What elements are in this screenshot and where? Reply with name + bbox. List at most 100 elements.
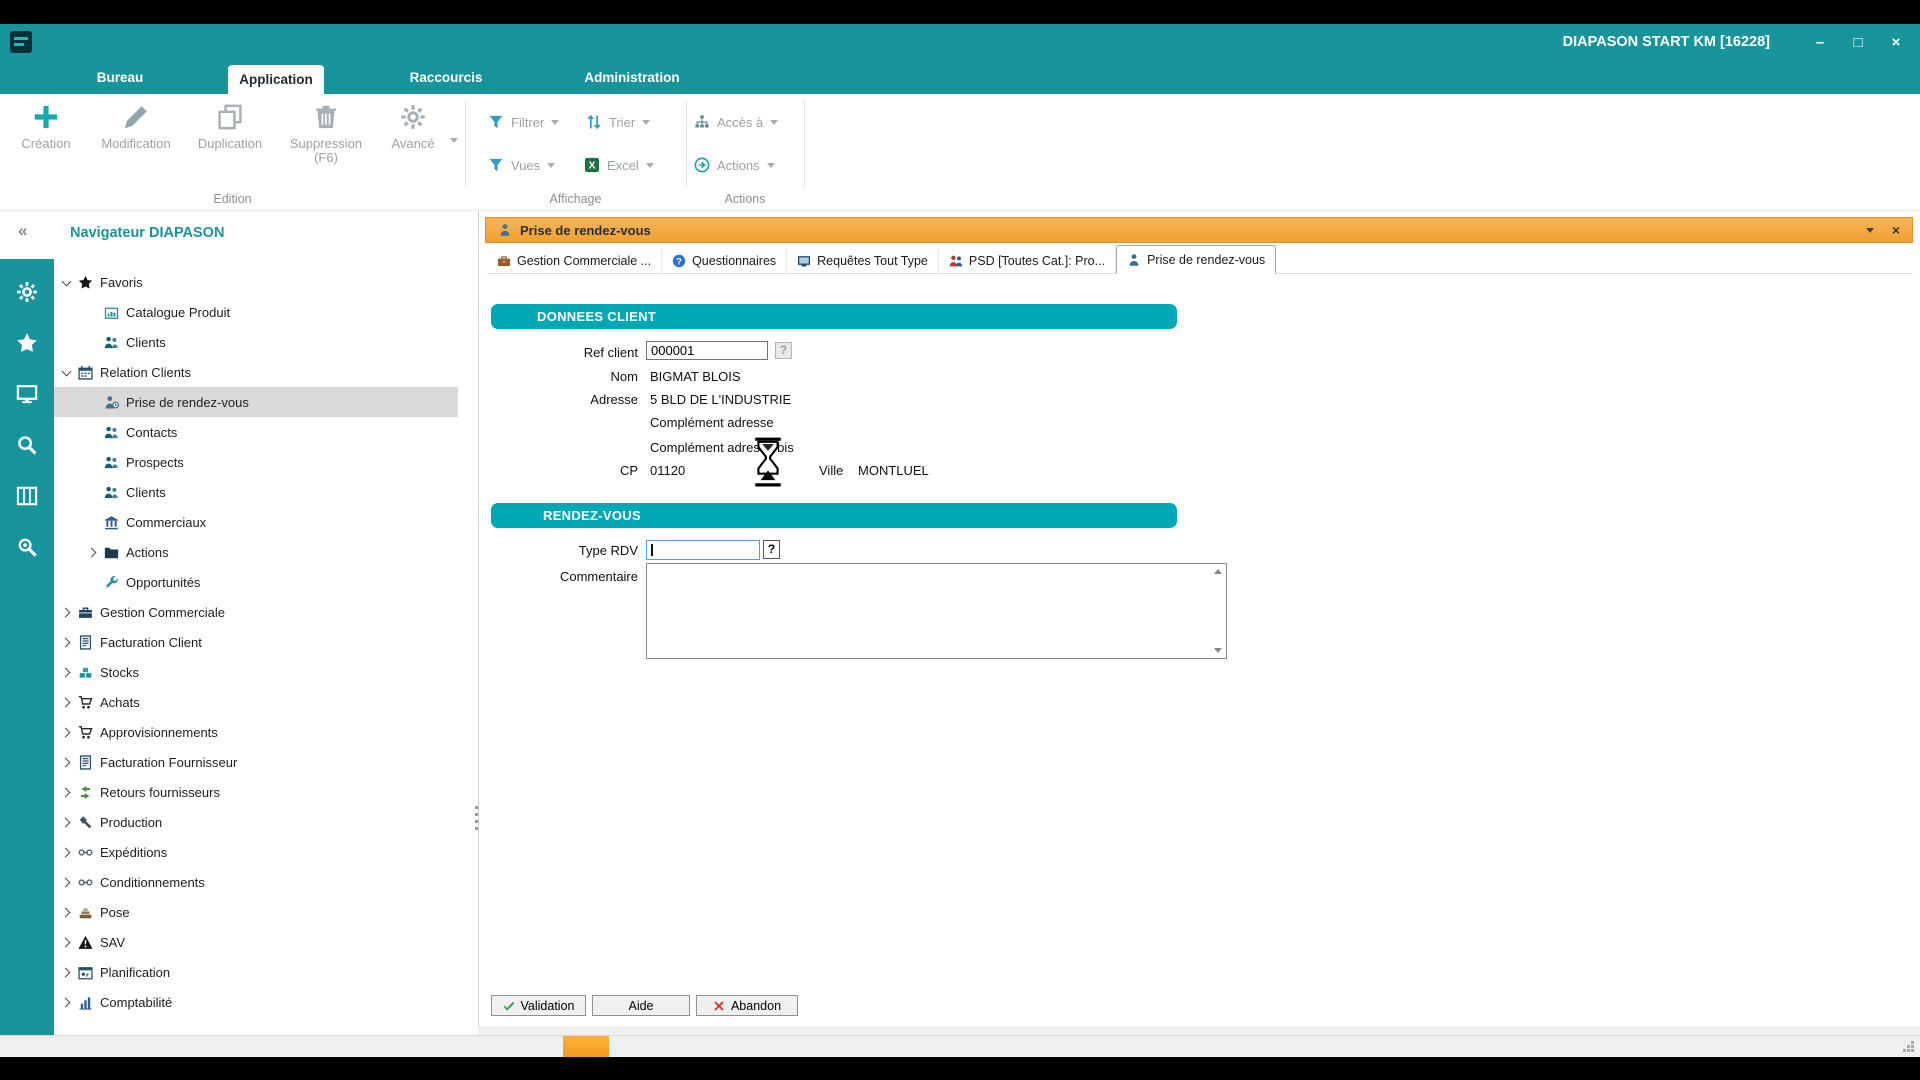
nav-item-catalogue-produit[interactable]: Catalogue Produit xyxy=(54,297,458,327)
scroll-down-arrow-icon[interactable] xyxy=(1214,648,1222,653)
panel-title: Prise de rendez-vous xyxy=(520,223,651,238)
avance-button[interactable]: Avancé xyxy=(382,104,444,151)
chevron-right-icon[interactable] xyxy=(60,965,74,979)
nav-item-commerciaux[interactable]: Commerciaux xyxy=(54,507,458,537)
duplication-button[interactable]: Duplication xyxy=(188,104,272,151)
trier-button[interactable]: Trier xyxy=(586,110,650,134)
panel-tab-prise-de-rendez-vous[interactable]: Prise de rendez-vous xyxy=(1116,245,1276,274)
chevron-right-icon[interactable] xyxy=(60,815,74,829)
cp-label: CP xyxy=(491,461,638,481)
nav-item-planification[interactable]: Planification xyxy=(54,957,458,987)
nav-item-retours-fournisseurs[interactable]: Retours fournisseurs xyxy=(54,777,458,807)
search-gear-icon[interactable] xyxy=(16,536,38,558)
panel-tab-questionnaires[interactable]: Questionnaires xyxy=(662,249,787,273)
ref-client-help-button[interactable]: ? xyxy=(775,342,792,359)
nav-item-sav[interactable]: SAV xyxy=(54,927,458,957)
validation-button[interactable]: Validation xyxy=(491,995,586,1016)
chevron-right-icon[interactable] xyxy=(60,845,74,859)
acces-a-button[interactable]: Accès à xyxy=(694,110,778,134)
ref-client-input[interactable]: 000001 xyxy=(646,341,768,360)
chevron-down-icon xyxy=(551,120,559,125)
type-rdv-input[interactable] xyxy=(646,540,760,560)
gear-icon[interactable] xyxy=(16,281,38,303)
panel-close-button[interactable]: × xyxy=(1892,223,1900,237)
abandon-button[interactable]: Abandon xyxy=(696,995,798,1016)
resize-grip[interactable] xyxy=(1911,1041,1914,1044)
creation-button[interactable]: Création xyxy=(8,104,84,151)
commentaire-textarea[interactable] xyxy=(646,563,1227,659)
question-icon xyxy=(672,254,686,268)
return-icon xyxy=(78,785,93,800)
chevron-right-icon[interactable] xyxy=(60,695,74,709)
menu-tab-application[interactable]: Application xyxy=(228,65,324,94)
chevron-down-icon[interactable] xyxy=(60,275,74,289)
chevron-down-icon xyxy=(767,163,775,168)
nav-item-label: Gestion Commerciale xyxy=(100,605,225,620)
minimize-button[interactable]: – xyxy=(1812,34,1828,51)
nav-item-clients[interactable]: Clients xyxy=(54,327,458,357)
menu-tab-raccourcis[interactable]: Raccourcis xyxy=(396,61,496,94)
titlebar[interactable]: DIAPASON START KM [16228] – □ × xyxy=(0,24,1920,61)
chevron-right-icon[interactable] xyxy=(60,905,74,919)
nav-item-pose[interactable]: Pose xyxy=(54,897,458,927)
nav-item-prospects[interactable]: Prospects xyxy=(54,447,458,477)
nav-item-prise-de-rendez-vous[interactable]: Prise de rendez-vous xyxy=(54,387,458,417)
type-rdv-label: Type RDV xyxy=(491,541,638,561)
excel-button[interactable]: Excel xyxy=(584,153,654,177)
collapse-sidebar-button[interactable]: « xyxy=(18,221,27,241)
panel-tab-psd-toutes-cat-pro[interactable]: PSD [Toutes Cat.]: Pro... xyxy=(939,249,1116,273)
actions-button[interactable]: Actions xyxy=(694,153,775,177)
nav-item-favoris[interactable]: Favoris xyxy=(54,267,458,297)
nav-item-opportunites[interactable]: Opportunités xyxy=(54,567,458,597)
monitor-icon[interactable] xyxy=(16,383,38,405)
chevron-right-icon[interactable] xyxy=(60,875,74,889)
menu-tab-bureau[interactable]: Bureau xyxy=(78,61,162,94)
nav-item-gestion-commerciale[interactable]: Gestion Commerciale xyxy=(54,597,458,627)
nav-item-approvisionnements[interactable]: Approvisionnements xyxy=(54,717,458,747)
close-button[interactable]: × xyxy=(1888,34,1904,51)
maximize-button[interactable]: □ xyxy=(1850,34,1866,51)
aide-button[interactable]: Aide xyxy=(592,995,690,1016)
nav-item-contacts[interactable]: Contacts xyxy=(54,417,458,447)
panel-tab-requetes-tout-type[interactable]: Requêtes Tout Type xyxy=(787,249,939,273)
scroll-up-arrow-icon[interactable] xyxy=(1214,569,1222,574)
nav-item-production[interactable]: Production xyxy=(54,807,458,837)
app-icon xyxy=(10,31,32,53)
panel-tab-gestion-commerciale[interactable]: Gestion Commerciale ... xyxy=(487,249,662,273)
nav-item-achats[interactable]: Achats xyxy=(54,687,458,717)
chevron-right-icon[interactable] xyxy=(60,935,74,949)
nav-item-conditionnements[interactable]: Conditionnements xyxy=(54,867,458,897)
modification-button[interactable]: Modification xyxy=(88,104,184,151)
vues-button[interactable]: Vues xyxy=(488,153,555,177)
nav-item-comptabilite[interactable]: Comptabilité xyxy=(54,987,458,1017)
chevron-right-icon[interactable] xyxy=(60,665,74,679)
chevron-right-icon[interactable] xyxy=(60,785,74,799)
chevron-right-icon[interactable] xyxy=(60,605,74,619)
nav-item-clients[interactable]: Clients xyxy=(54,477,458,507)
chevron-down-icon[interactable] xyxy=(60,365,74,379)
nav-item-actions[interactable]: Actions xyxy=(54,537,458,567)
nav-item-stocks[interactable]: Stocks xyxy=(54,657,458,687)
chevron-right-icon[interactable] xyxy=(60,995,74,1009)
chevron-down-icon[interactable] xyxy=(1866,228,1874,233)
main-panel: Prise de rendez-vous × Gestion Commercia… xyxy=(478,211,1920,1026)
menu-tab-administration[interactable]: Administration xyxy=(566,61,698,94)
chevron-right-icon[interactable] xyxy=(60,635,74,649)
chevron-right-icon[interactable] xyxy=(86,545,100,559)
columns-icon[interactable] xyxy=(16,485,38,507)
nav-item-facturation-fournisseur[interactable]: Facturation Fournisseur xyxy=(54,747,458,777)
chevron-right-icon[interactable] xyxy=(60,755,74,769)
nav-item-facturation-client[interactable]: Facturation Client xyxy=(54,627,458,657)
check-icon xyxy=(503,1000,515,1012)
nav-item-expeditions[interactable]: Expéditions xyxy=(54,837,458,867)
panel-tab-label: Questionnaires xyxy=(692,254,776,268)
suppression-button[interactable]: Suppression(F6) xyxy=(274,104,378,165)
chevron-right-icon[interactable] xyxy=(60,725,74,739)
search-icon[interactable] xyxy=(16,434,38,456)
panel-tab-label: Requêtes Tout Type xyxy=(817,254,928,268)
star-icon[interactable] xyxy=(16,332,38,354)
nav-item-relation-clients[interactable]: Relation Clients xyxy=(54,357,458,387)
filtrer-button[interactable]: Filtrer xyxy=(488,110,559,134)
type-rdv-help-button[interactable]: ? xyxy=(763,540,780,559)
chevron-down-icon[interactable] xyxy=(450,138,458,143)
